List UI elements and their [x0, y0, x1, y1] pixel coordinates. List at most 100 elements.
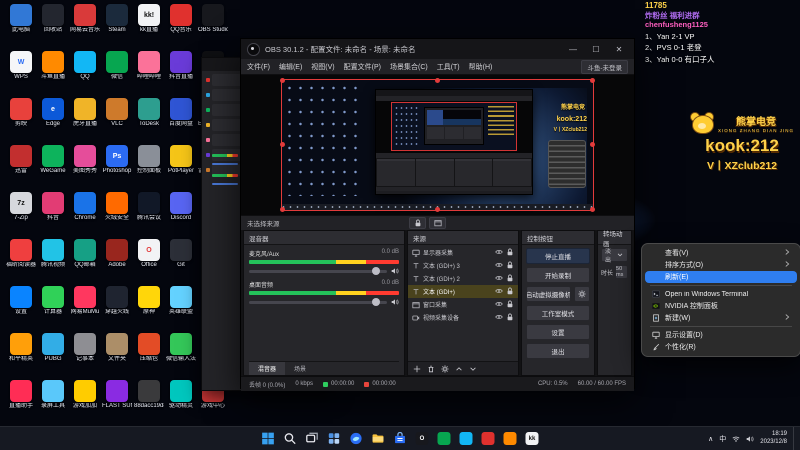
desktop-icon[interactable]: 录屏工具: [38, 380, 68, 427]
source-row[interactable]: 视频采集设备: [408, 311, 518, 324]
ime-indicator[interactable]: 中: [719, 434, 726, 444]
move-source-down-button[interactable]: [469, 360, 477, 378]
desktop-icon[interactable]: PotPlayer: [166, 145, 196, 192]
desktop-icon[interactable]: 和平精英: [6, 333, 36, 380]
taskbar-music-button[interactable]: [480, 430, 497, 447]
desktop-icon[interactable]: 网易云音乐: [70, 4, 100, 51]
visibility-toggle[interactable]: [495, 313, 503, 323]
desktop-icon[interactable]: 设置: [6, 286, 36, 333]
volume-slider[interactable]: [249, 267, 387, 275]
obs-menu-item[interactable]: 帮助(H): [469, 62, 493, 72]
desktop-icon[interactable]: QQ音乐: [166, 4, 196, 51]
controls-dock-title[interactable]: 控制按钮: [522, 231, 594, 245]
source-properties-button[interactable]: [441, 360, 449, 378]
lock-toggle[interactable]: [506, 261, 514, 271]
visibility-toggle[interactable]: [495, 261, 503, 271]
preview-lock-button[interactable]: [409, 217, 426, 229]
taskbar-edge-button[interactable]: [348, 430, 365, 447]
transition-select[interactable]: 淡出: [601, 248, 628, 264]
desktop-icon[interactable]: 火绒安全: [102, 192, 132, 239]
volume-slider-knob[interactable]: [372, 298, 381, 306]
visibility-toggle[interactable]: [495, 248, 503, 258]
desktop-icon[interactable]: O Office: [134, 239, 164, 286]
visibility-toggle[interactable]: [495, 274, 503, 284]
desktop-icon[interactable]: WeGame: [38, 145, 68, 192]
clock[interactable]: 18:19 2023/12/8: [760, 431, 787, 447]
obs-window[interactable]: OBS 30.1.2 - 配置文件: 未命名 - 场景: 未命名 — ☐ ✕ 文…: [240, 38, 635, 391]
desktop-icon[interactable]: e Edge: [38, 98, 68, 145]
desktop-icon[interactable]: QQ邮箱: [70, 239, 100, 286]
context-menu-item[interactable]: 显示设置(D): [645, 329, 797, 341]
visibility-toggle[interactable]: [495, 300, 503, 310]
taskbar-wechat-button[interactable]: [436, 430, 453, 447]
wifi-icon[interactable]: [732, 435, 740, 443]
obs-menu-item[interactable]: 视图(V): [311, 62, 334, 72]
virtual-camera-config-button[interactable]: [574, 286, 590, 302]
obs-menu-item[interactable]: 工具(T): [437, 62, 460, 72]
mixer-dock-title[interactable]: 混音器: [244, 231, 404, 245]
desktop-icon[interactable]: 驱动精灵: [166, 380, 196, 427]
control-button[interactable]: 设置: [526, 324, 590, 340]
desktop-icon[interactable]: 计算器: [38, 286, 68, 333]
desktop-icon[interactable]: 虎牙直播: [70, 98, 100, 145]
context-menu-item[interactable]: 新建(W): [645, 312, 797, 324]
virtual-camera-button[interactable]: 启动虚拟摄像机: [526, 286, 571, 302]
taskbar-start-button[interactable]: [260, 430, 277, 447]
control-button[interactable]: 退出: [526, 343, 590, 359]
taskbar-douyu-button[interactable]: [502, 430, 519, 447]
desktop-icon[interactable]: PUBG: [38, 333, 68, 380]
lock-toggle[interactable]: [506, 313, 514, 323]
desktop-icon[interactable]: FLAST SUMMER: [102, 380, 132, 427]
transitions-dock-title[interactable]: 转场动画: [598, 231, 631, 248]
taskbar-kk-button[interactable]: kk: [524, 430, 541, 447]
taskbar-qq-button[interactable]: [458, 430, 475, 447]
desktop-icon[interactable]: 文件夹: [102, 333, 132, 380]
obs-preview-canvas[interactable]: 熊掌电竞 kook:212 V丨XZclub212: [241, 75, 634, 215]
maximize-button[interactable]: ☐: [587, 40, 605, 58]
taskbar-obs-button[interactable]: O: [414, 430, 431, 447]
control-button[interactable]: 工作室模式: [526, 305, 590, 321]
taskbar-search-button[interactable]: [282, 430, 299, 447]
desktop-icon[interactable]: 百度网盘: [166, 98, 196, 145]
desktop-icon[interactable]: 直播助手: [6, 380, 36, 427]
taskbar-microsoft-store-button[interactable]: [392, 430, 409, 447]
dock-tab-scenes[interactable]: 场景: [285, 362, 315, 375]
desktop-icon[interactable]: Adobe: [102, 239, 132, 286]
obs-menu-item[interactable]: 场景集合(C): [390, 62, 428, 72]
desktop-icon[interactable]: 腾讯视频: [38, 239, 68, 286]
lock-toggle[interactable]: [506, 300, 514, 310]
desktop-icon[interactable]: 压缩包: [134, 333, 164, 380]
desktop-icon[interactable]: 哔哩哔哩: [134, 51, 164, 98]
close-button[interactable]: ✕: [610, 40, 628, 58]
desktop-icon[interactable]: 迅雷: [6, 145, 36, 192]
volume-icon[interactable]: [746, 435, 754, 443]
desktop-icon[interactable]: 此电脑: [6, 4, 36, 51]
desktop-icon[interactable]: Git: [166, 239, 196, 286]
taskbar-file-explorer-button[interactable]: [370, 430, 387, 447]
show-desktop-button[interactable]: [793, 427, 797, 450]
desktop-icon[interactable]: 7z 7-Zip: [6, 192, 36, 239]
obs-menu-item[interactable]: 配置文件(P): [344, 62, 381, 72]
desktop-icon[interactable]: 网易MuMu: [70, 286, 100, 333]
desktop-icon[interactable]: 微信输入法: [166, 333, 196, 380]
desktop-icon[interactable]: 88dacc19d8: [134, 380, 164, 427]
desktop-icon[interactable]: ToDesk: [134, 98, 164, 145]
desktop-icon[interactable]: 微信: [102, 51, 132, 98]
context-menu-item[interactable]: NVIDIA 控制面板: [645, 300, 797, 312]
visibility-toggle[interactable]: [495, 287, 503, 297]
desktop-icon[interactable]: 原神: [134, 286, 164, 333]
stop-streaming-button[interactable]: 停止直播: [526, 248, 590, 264]
desktop-icon[interactable]: VLC: [102, 98, 132, 145]
obs-menu-item[interactable]: 编辑(E): [279, 62, 302, 72]
desktop-icon[interactable]: W WPS: [6, 51, 36, 98]
desktop-icon[interactable]: 抖音: [38, 192, 68, 239]
desktop-icon[interactable]: 英雄联盟: [166, 286, 196, 333]
control-button[interactable]: 开始录制: [526, 267, 590, 283]
volume-slider[interactable]: [249, 298, 387, 306]
desktop-icon[interactable]: Ps Photoshop: [102, 145, 132, 192]
desktop-icon[interactable]: 腾讯会议: [134, 192, 164, 239]
source-row[interactable]: 显示器采集: [408, 246, 518, 259]
add-source-button[interactable]: [413, 360, 421, 378]
desktop-icon[interactable]: 斗鱼直播: [38, 51, 68, 98]
transition-duration-input[interactable]: 50 ms: [615, 265, 628, 279]
